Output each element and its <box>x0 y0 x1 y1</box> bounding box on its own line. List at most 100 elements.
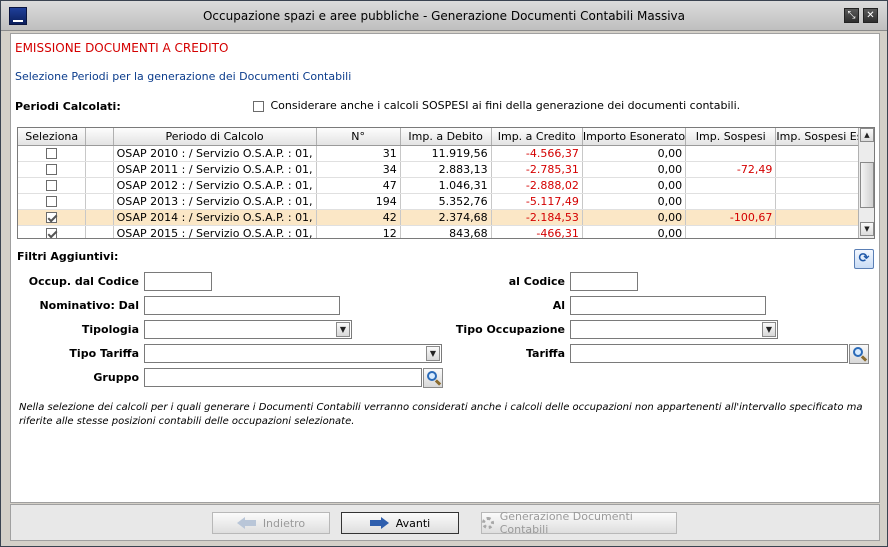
row-blank-cell <box>85 209 114 226</box>
col-blank[interactable] <box>85 128 114 146</box>
footer-bar: Indietro Avanti Generazione Documenti Co… <box>10 504 880 541</box>
row-sospesi-cell <box>685 145 777 162</box>
search-icon-handle <box>434 379 442 386</box>
content-panel: EMISSIONE DOCUMENTI A CREDITO Selezione … <box>10 33 880 503</box>
restore-window-button[interactable]: ⤡ <box>844 8 859 23</box>
row-select-checkbox[interactable] <box>46 148 58 159</box>
col-imp-debito[interactable]: Imp. a Debito <box>400 128 492 146</box>
col-periodo[interactable]: Periodo di Calcolo <box>113 128 317 146</box>
row-checkbox-cell[interactable] <box>18 209 87 226</box>
arrow-right-icon <box>369 517 390 529</box>
generazione-label: Generazione Documenti Contabili <box>499 510 633 536</box>
row-select-checkbox[interactable] <box>46 212 58 223</box>
row-select-checkbox[interactable] <box>46 196 58 207</box>
row-esonerato-cell: 0,00 <box>582 177 687 194</box>
al-codice-input[interactable] <box>570 272 638 291</box>
row-periodo-cell: OSAP 2011 : / Servizio O.S.A.P. : 01, <box>113 161 317 178</box>
grid-scrollbar[interactable]: ▲ ▼ <box>858 128 874 238</box>
row-checkbox-cell[interactable] <box>18 225 87 238</box>
row-periodo-cell: OSAP 2015 : / Servizio O.S.A.P. : 01, <box>113 225 317 238</box>
scroll-down-icon[interactable]: ▼ <box>860 222 874 236</box>
nominativo-al-input[interactable] <box>570 296 766 315</box>
main-window: Occupazione spazi e aree pubbliche - Gen… <box>0 0 888 547</box>
table-row[interactable]: OSAP 2015 : / Servizio O.S.A.P. : 01, 12 8… <box>18 225 874 238</box>
row-debito-cell: 2.374,68 <box>400 209 492 226</box>
gruppo-input[interactable] <box>144 368 422 387</box>
row-credito-cell: -2.184,53 <box>491 209 583 226</box>
col-imp-sospesi[interactable]: Imp. Sospesi <box>685 128 777 146</box>
sospesi-option[interactable]: Considerare anche i calcoli SOSPESI ai f… <box>253 99 740 112</box>
tipologia-label: Tipologia <box>81 323 139 336</box>
gruppo-search-button[interactable] <box>423 368 443 388</box>
tipo-occupazione-label: Tipo Occupazione <box>455 323 565 336</box>
row-debito-cell: 843,68 <box>400 225 492 238</box>
col-numero[interactable]: N° <box>316 128 401 146</box>
row-periodo-cell: OSAP 2013 : / Servizio O.S.A.P. : 01, <box>113 193 317 210</box>
chevron-down-icon[interactable]: ▼ <box>426 346 440 361</box>
gruppo-label: Gruppo <box>93 371 139 384</box>
table-row[interactable]: OSAP 2013 : / Servizio O.S.A.P. : 01, 194… <box>18 193 874 210</box>
occup-dal-codice-input[interactable] <box>144 272 212 291</box>
close-window-button[interactable]: ✕ <box>863 8 878 23</box>
window-title: Occupazione spazi e aree pubbliche - Gen… <box>202 9 685 23</box>
row-esonerato-cell: 0,00 <box>582 225 687 238</box>
table-row[interactable]: OSAP 2010 : / Servizio O.S.A.P. : 01, 31 1… <box>18 145 874 162</box>
row-select-checkbox[interactable] <box>46 164 58 175</box>
nominativo-dal-input[interactable] <box>144 296 340 315</box>
row-checkbox-cell[interactable] <box>18 177 87 194</box>
gear-icon <box>482 517 494 529</box>
row-checkbox-cell[interactable] <box>18 161 87 178</box>
sospesi-checkbox[interactable] <box>253 100 264 112</box>
row-numero-cell: 12 <box>316 225 401 238</box>
row-blank-cell <box>85 161 114 178</box>
row-esonerato-cell: 0,00 <box>582 193 687 210</box>
row-periodo-cell: OSAP 2010 : / Servizio O.S.A.P. : 01, <box>113 145 317 162</box>
filtri-title: Filtri Aggiuntivi: <box>17 250 119 263</box>
row-numero-cell: 194 <box>316 193 401 210</box>
row-debito-cell: 11.919,56 <box>400 145 492 162</box>
row-checkbox-cell[interactable] <box>18 145 87 162</box>
col-seleziona[interactable]: Seleziona <box>18 128 87 146</box>
tipologia-select[interactable]: ▼ <box>144 320 352 339</box>
table-row[interactable]: OSAP 2014 : / Servizio O.S.A.P. : 01, 42 2… <box>18 209 874 226</box>
periodi-label: Periodi Calcolati: <box>15 100 121 113</box>
avanti-button[interactable]: Avanti <box>341 512 459 534</box>
row-numero-cell: 34 <box>316 161 401 178</box>
row-sospesi-cell: -100,67 <box>685 209 777 226</box>
tariffa-search-button[interactable] <box>849 344 869 364</box>
row-esonerato-cell: 0,00 <box>582 145 687 162</box>
row-sospesi-cell <box>685 225 777 238</box>
table-row[interactable]: OSAP 2012 : / Servizio O.S.A.P. : 01, 47 1… <box>18 177 874 194</box>
row-debito-cell: 5.352,76 <box>400 193 492 210</box>
generazione-button[interactable]: Generazione Documenti Contabili <box>481 510 677 536</box>
search-icon-handle <box>860 355 868 362</box>
col-imp-credito[interactable]: Imp. a Credito <box>491 128 583 146</box>
chevron-down-icon[interactable]: ▼ <box>336 322 350 337</box>
scroll-thumb[interactable] <box>860 162 874 208</box>
row-esonerato-cell: 0,00 <box>582 161 687 178</box>
row-checkbox-cell[interactable] <box>18 193 87 210</box>
row-credito-cell: -466,31 <box>491 225 583 238</box>
row-credito-cell: -5.117,49 <box>491 193 583 210</box>
row-debito-cell: 1.046,31 <box>400 177 492 194</box>
chevron-down-icon[interactable]: ▼ <box>762 322 776 337</box>
tipo-occupazione-select[interactable]: ▼ <box>570 320 778 339</box>
periodi-grid: Seleziona Periodo di Calcolo N° Imp. a D… <box>17 127 875 239</box>
row-esonerato-cell: 0,00 <box>582 209 687 226</box>
scroll-up-icon[interactable]: ▲ <box>860 128 874 142</box>
row-select-checkbox[interactable] <box>46 228 58 238</box>
nominativo-al-label: Al <box>552 299 565 312</box>
row-sospesi-cell <box>685 177 777 194</box>
tipo-tariffa-label: Tipo Tariffa <box>69 347 139 360</box>
indietro-button[interactable]: Indietro <box>212 512 330 534</box>
refresh-icon: ⟳ <box>858 251 870 266</box>
col-importo-esonerato[interactable]: Importo Esonerato <box>582 128 687 146</box>
tariffa-input[interactable] <box>570 344 848 363</box>
row-periodo-cell: OSAP 2012 : / Servizio O.S.A.P. : 01, <box>113 177 317 194</box>
row-blank-cell <box>85 145 114 162</box>
tipo-tariffa-select[interactable]: ▼ <box>144 344 442 363</box>
refresh-button[interactable]: ⟳ <box>854 249 874 269</box>
row-select-checkbox[interactable] <box>46 180 58 191</box>
row-periodo-cell: OSAP 2014 : / Servizio O.S.A.P. : 01, <box>113 209 317 226</box>
table-row[interactable]: OSAP 2011 : / Servizio O.S.A.P. : 01, 34 2… <box>18 161 874 178</box>
